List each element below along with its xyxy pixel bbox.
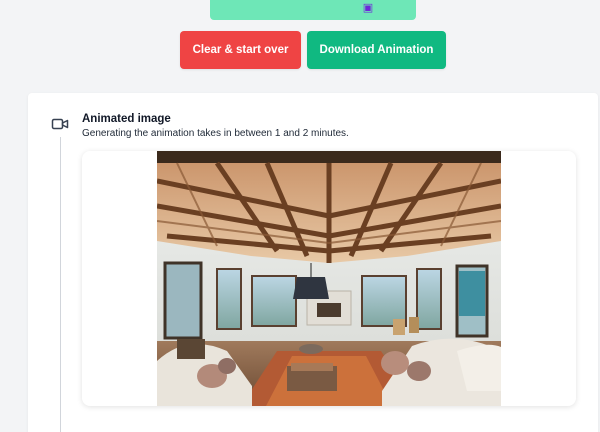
section-description: Generating the animation takes in betwee… (82, 128, 349, 139)
generate-button[interactable]: ▣ (210, 0, 416, 20)
image-icon: ▣ (362, 2, 374, 14)
section-title: Animated image (82, 113, 171, 125)
animated-image-card: Animated image Generating the animation … (28, 93, 598, 432)
video-camera-icon (51, 118, 69, 130)
animated-living-room-image[interactable] (157, 151, 501, 406)
clear-start-over-button[interactable]: Clear & start over (180, 31, 301, 69)
download-animation-button[interactable]: Download Animation (307, 31, 446, 69)
image-frame (82, 151, 576, 406)
timeline-line (60, 137, 61, 432)
